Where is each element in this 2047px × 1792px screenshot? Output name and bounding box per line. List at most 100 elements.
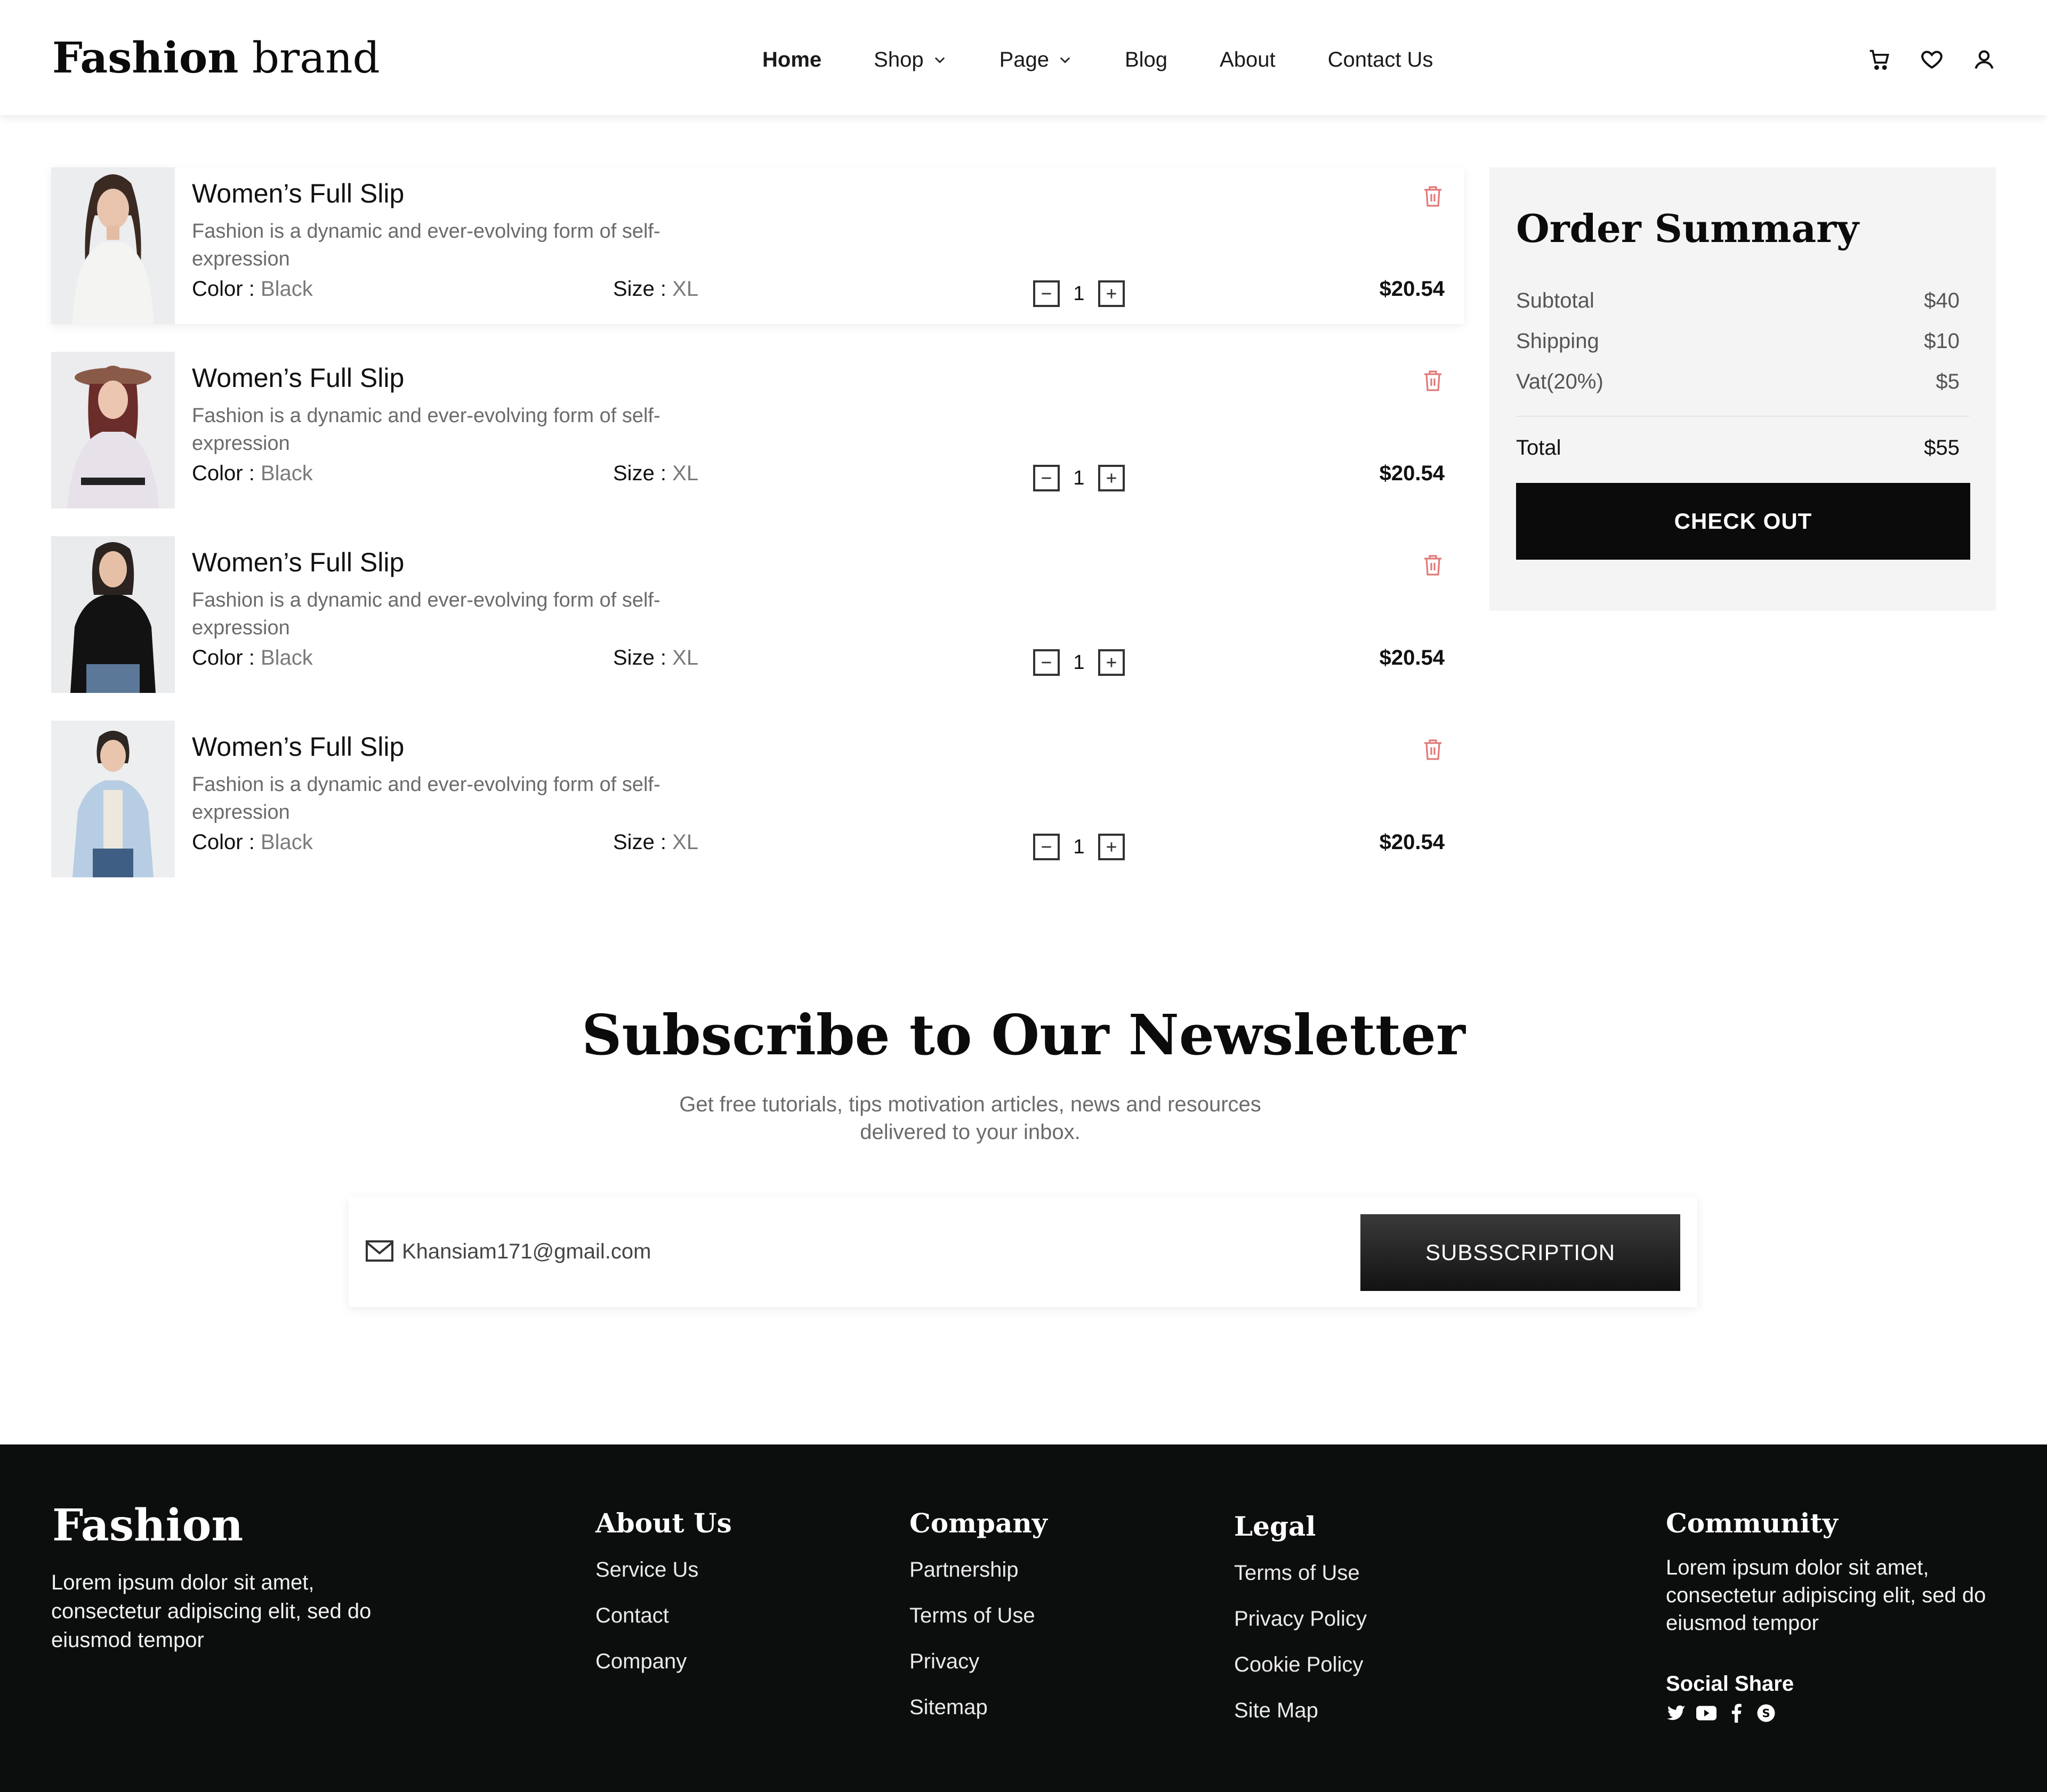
footer-link[interactable]: Company bbox=[595, 1650, 732, 1696]
item-price: $20.54 bbox=[1379, 277, 1445, 301]
header-actions bbox=[1866, 46, 1998, 74]
trash-icon[interactable] bbox=[1422, 369, 1444, 392]
footer-community: Community Lorem ipsum dolor sit amet, co… bbox=[1666, 1507, 2007, 1724]
nav-shop[interactable]: Shop bbox=[874, 48, 947, 72]
trash-icon[interactable] bbox=[1422, 184, 1444, 208]
quantity-stepper: 1 bbox=[1033, 280, 1125, 307]
cart-item: Women’s Full Slip Fashion is a dynamic a… bbox=[51, 167, 1464, 324]
decrease-button[interactable] bbox=[1033, 465, 1060, 491]
item-size: Size : XL bbox=[613, 830, 699, 854]
nav-blog[interactable]: Blog bbox=[1125, 48, 1167, 72]
footer-link[interactable]: Sitemap bbox=[909, 1696, 1047, 1741]
quantity-stepper: 1 bbox=[1033, 649, 1125, 676]
cart-item: Women’s Full Slip Fashion is a dynamic a… bbox=[51, 721, 1464, 877]
footer-logo[interactable]: Fashion bbox=[52, 1500, 243, 1551]
main-nav: Home Shop Page Blog About Contact Us bbox=[762, 43, 1433, 77]
chevron-down-icon bbox=[1060, 57, 1070, 63]
site-footer: Fashion Lorem ipsum dolor sit amet, cons… bbox=[0, 1444, 2047, 1792]
summary-row-total: Total $55 bbox=[1516, 436, 1960, 459]
order-summary: Order Summary Subtotal $40 Shipping $10 Va… bbox=[1489, 167, 1996, 611]
footer-about-us-title: About Us bbox=[595, 1507, 732, 1539]
summary-row-subtotal: Subtotal $40 bbox=[1516, 289, 1960, 312]
user-icon[interactable] bbox=[1970, 46, 1998, 74]
item-price: $20.54 bbox=[1379, 646, 1445, 669]
youtube-icon[interactable] bbox=[1696, 1702, 1717, 1724]
facebook-icon[interactable] bbox=[1726, 1702, 1747, 1724]
product-image[interactable] bbox=[51, 721, 175, 877]
decrease-button[interactable] bbox=[1033, 649, 1060, 676]
footer-link[interactable]: Cookie Policy bbox=[1234, 1653, 1367, 1699]
item-description: Fashion is a dynamic and ever-evolving f… bbox=[192, 220, 660, 270]
quantity-stepper: 1 bbox=[1033, 834, 1125, 860]
cart-item: Women’s Full Slip Fashion is a dynamic a… bbox=[51, 536, 1464, 693]
footer-legal: Legal Terms of Use Privacy Policy Cookie… bbox=[1234, 1511, 1367, 1745]
item-description: Fashion is a dynamic and ever-evolving f… bbox=[192, 773, 660, 824]
footer-link[interactable]: Privacy bbox=[909, 1650, 1047, 1696]
item-color: Color : Black bbox=[192, 830, 313, 854]
cart-item: Women’s Full Slip Fashion is a dynamic a… bbox=[51, 352, 1464, 508]
product-image[interactable] bbox=[51, 352, 175, 508]
quantity-stepper: 1 bbox=[1033, 465, 1125, 491]
item-description: Fashion is a dynamic and ever-evolving f… bbox=[192, 405, 660, 455]
decrease-button[interactable] bbox=[1033, 280, 1060, 307]
increase-button[interactable] bbox=[1098, 280, 1125, 307]
quantity-value: 1 bbox=[1073, 466, 1085, 489]
item-color: Color : Black bbox=[192, 277, 313, 301]
item-size: Size : XL bbox=[613, 462, 699, 485]
newsletter-form: SUBSSCRIPTION bbox=[349, 1197, 1697, 1307]
footer-link[interactable]: Terms of Use bbox=[909, 1604, 1047, 1650]
nav-about[interactable]: About bbox=[1220, 48, 1276, 72]
heart-icon[interactable] bbox=[1918, 46, 1946, 74]
social-icons: S bbox=[1666, 1702, 2007, 1724]
item-title[interactable]: Women’s Full Slip bbox=[192, 362, 404, 393]
item-size: Size : XL bbox=[613, 277, 699, 301]
increase-button[interactable] bbox=[1098, 649, 1125, 676]
svg-text:S: S bbox=[1762, 1707, 1770, 1720]
quantity-value: 1 bbox=[1073, 651, 1085, 674]
quantity-value: 1 bbox=[1073, 282, 1085, 305]
subscribe-button[interactable]: SUBSSCRIPTION bbox=[1360, 1214, 1680, 1291]
footer-company-title: Company bbox=[909, 1507, 1047, 1539]
cart-icon[interactable] bbox=[1866, 46, 1893, 74]
mail-icon bbox=[366, 1240, 393, 1262]
footer-link[interactable]: Site Map bbox=[1234, 1699, 1367, 1745]
footer-about-us: About Us Service Us Contact Company bbox=[595, 1507, 732, 1696]
skype-icon[interactable]: S bbox=[1755, 1702, 1777, 1724]
chevron-down-icon bbox=[934, 57, 945, 63]
cart-list: Women’s Full Slip Fashion is a dynamic a… bbox=[51, 167, 1464, 905]
email-input[interactable] bbox=[402, 1231, 1202, 1272]
nav-home[interactable]: Home bbox=[762, 48, 821, 72]
footer-link[interactable]: Partnership bbox=[909, 1558, 1047, 1604]
item-title[interactable]: Women’s Full Slip bbox=[192, 731, 404, 762]
product-image[interactable] bbox=[51, 167, 175, 324]
summary-divider bbox=[1516, 416, 1969, 417]
trash-icon[interactable] bbox=[1422, 738, 1444, 761]
site-header: Fashion brand Home Shop Page Blog About … bbox=[0, 0, 2047, 115]
product-image[interactable] bbox=[51, 536, 175, 693]
footer-link[interactable]: Service Us bbox=[595, 1558, 732, 1604]
item-size: Size : XL bbox=[613, 646, 699, 669]
checkout-button[interactable]: CHECK OUT bbox=[1516, 483, 1970, 560]
item-price: $20.54 bbox=[1379, 462, 1445, 485]
summary-row-shipping: Shipping $10 bbox=[1516, 329, 1960, 353]
footer-link[interactable]: Privacy Policy bbox=[1234, 1607, 1367, 1653]
nav-page[interactable]: Page bbox=[1000, 48, 1073, 72]
footer-about-text: Lorem ipsum dolor sit amet, consectetur … bbox=[51, 1571, 372, 1652]
item-title[interactable]: Women’s Full Slip bbox=[192, 178, 404, 209]
nav-contact[interactable]: Contact Us bbox=[1328, 48, 1433, 72]
item-color: Color : Black bbox=[192, 462, 313, 485]
summary-title: Order Summary bbox=[1516, 206, 1859, 251]
decrease-button[interactable] bbox=[1033, 834, 1060, 860]
twitter-icon[interactable] bbox=[1666, 1702, 1687, 1724]
quantity-value: 1 bbox=[1073, 835, 1085, 858]
trash-icon[interactable] bbox=[1422, 553, 1444, 577]
footer-link[interactable]: Terms of Use bbox=[1234, 1561, 1367, 1607]
social-share-title: Social Share bbox=[1666, 1672, 1794, 1696]
increase-button[interactable] bbox=[1098, 465, 1125, 491]
footer-legal-title: Legal bbox=[1234, 1511, 1316, 1542]
brand-logo[interactable]: Fashion brand bbox=[52, 32, 380, 84]
increase-button[interactable] bbox=[1098, 834, 1125, 860]
item-price: $20.54 bbox=[1379, 830, 1445, 854]
footer-link[interactable]: Contact bbox=[595, 1604, 732, 1650]
item-title[interactable]: Women’s Full Slip bbox=[192, 547, 404, 578]
